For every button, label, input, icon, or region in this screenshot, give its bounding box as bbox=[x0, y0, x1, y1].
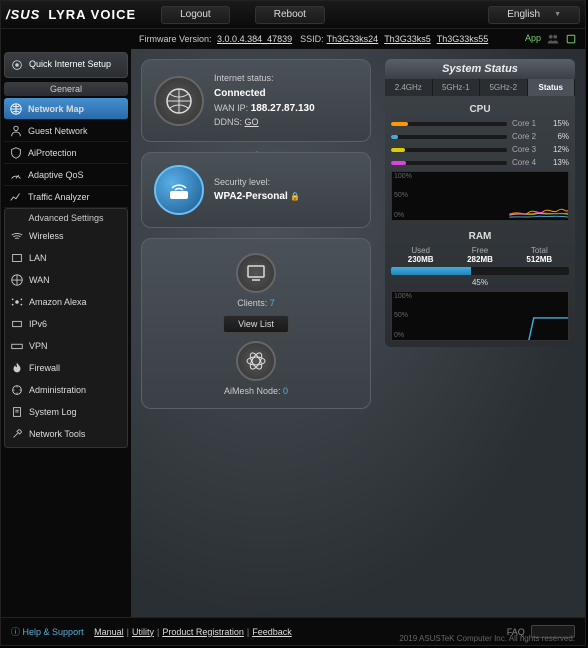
aimesh-icon[interactable] bbox=[236, 341, 276, 381]
sidebar-item-system-log[interactable]: System Log bbox=[5, 401, 127, 423]
ram-title: RAM bbox=[391, 229, 569, 246]
sidebar-item-wireless[interactable]: Wireless bbox=[5, 225, 127, 247]
quick-setup-button[interactable]: Quick Internet Setup bbox=[4, 52, 128, 78]
copyright: 2019 ASUSTeK Computer Inc. All rights re… bbox=[399, 634, 575, 643]
sidebar-item-adaptive-qos[interactable]: Adaptive QoS bbox=[4, 164, 128, 186]
tab-5ghz2[interactable]: 5GHz-2 bbox=[480, 79, 528, 96]
vpn-icon bbox=[10, 339, 24, 353]
shield-icon bbox=[9, 146, 23, 160]
users-icon[interactable] bbox=[547, 33, 559, 45]
log-icon bbox=[10, 405, 24, 419]
firmware-link[interactable]: 3.0.0.4.384_47839 bbox=[217, 34, 292, 44]
general-header: General bbox=[4, 82, 128, 96]
reboot-button[interactable]: Reboot bbox=[255, 6, 325, 24]
sidebar-item-traffic-analyzer[interactable]: Traffic Analyzer bbox=[4, 186, 128, 208]
gear-icon bbox=[10, 58, 24, 72]
system-status-title: System Status bbox=[385, 59, 575, 79]
footer-link-manual[interactable]: Manual bbox=[94, 627, 124, 637]
sidebar-item-guest-network[interactable]: Guest Network bbox=[4, 120, 128, 142]
monitor-icon[interactable] bbox=[236, 253, 276, 293]
globe-icon bbox=[154, 76, 204, 126]
product-name: LYRA VOICE bbox=[48, 7, 136, 22]
language-select[interactable]: English bbox=[488, 6, 580, 24]
sidebar: Quick Internet Setup General Network Map… bbox=[1, 49, 131, 619]
info-bar: Firmware Version: 3.0.0.4.384_47839 SSID… bbox=[1, 29, 585, 49]
tools-icon bbox=[10, 427, 24, 441]
globe-icon bbox=[10, 273, 24, 287]
fire-icon bbox=[10, 361, 24, 375]
lan-icon bbox=[10, 251, 24, 265]
view-list-button[interactable]: View List bbox=[223, 315, 289, 333]
cpu-core-row: Core 26% bbox=[391, 132, 569, 141]
wifi-icon bbox=[10, 229, 24, 243]
ipv6-icon bbox=[10, 317, 24, 331]
ssid-link[interactable]: Th3G33ks5 bbox=[384, 34, 431, 44]
admin-icon bbox=[10, 383, 24, 397]
app-link[interactable]: App bbox=[525, 33, 541, 45]
cpu-title: CPU bbox=[391, 102, 569, 119]
sidebar-item-ipv6[interactable]: IPv6 bbox=[5, 313, 127, 335]
sidebar-item-alexa[interactable]: Amazon Alexa bbox=[5, 291, 127, 313]
security-card[interactable]: Security level: WPA2-Personal 🔒 bbox=[141, 152, 371, 228]
brand-logo: /SUS bbox=[6, 7, 40, 22]
guest-icon bbox=[9, 124, 23, 138]
ssid-link[interactable]: Th3G33ks55 bbox=[437, 34, 489, 44]
internet-status-card[interactable]: Internet status: Connected WAN IP: 188.2… bbox=[141, 59, 371, 142]
cpu-core-row: Core 115% bbox=[391, 119, 569, 128]
sidebar-item-administration[interactable]: Administration bbox=[5, 379, 127, 401]
tab-status[interactable]: Status bbox=[528, 79, 576, 96]
clients-card: Clients: 7 View List AiMesh Node: 0 bbox=[141, 238, 371, 409]
tab-5ghz1[interactable]: 5GHz-1 bbox=[433, 79, 481, 96]
footer-link-registration[interactable]: Product Registration bbox=[162, 627, 244, 637]
sidebar-item-aiprotection[interactable]: AiProtection bbox=[4, 142, 128, 164]
sidebar-item-vpn[interactable]: VPN bbox=[5, 335, 127, 357]
advanced-header: Advanced Settings bbox=[5, 211, 127, 225]
sidebar-item-network-map[interactable]: Network Map bbox=[4, 98, 128, 120]
sidebar-item-wan[interactable]: WAN bbox=[5, 269, 127, 291]
cpu-core-row: Core 413% bbox=[391, 158, 569, 167]
logout-button[interactable]: Logout bbox=[161, 6, 230, 24]
gauge-icon bbox=[9, 168, 23, 182]
lock-icon: 🔒 bbox=[290, 192, 300, 201]
globe-icon bbox=[9, 102, 23, 116]
sidebar-item-lan[interactable]: LAN bbox=[5, 247, 127, 269]
footer-link-feedback[interactable]: Feedback bbox=[252, 627, 292, 637]
usb-icon[interactable] bbox=[565, 33, 577, 45]
cpu-core-row: Core 312% bbox=[391, 145, 569, 154]
sidebar-item-network-tools[interactable]: Network Tools bbox=[5, 423, 127, 445]
footer-link-utility[interactable]: Utility bbox=[132, 627, 154, 637]
cpu-graph: 100%50%0% bbox=[391, 171, 569, 221]
help-support-link[interactable]: Help & Support bbox=[23, 627, 84, 637]
chart-icon bbox=[9, 190, 23, 204]
help-icon: ⓘ bbox=[11, 625, 20, 638]
router-icon bbox=[154, 165, 204, 215]
tab-24ghz[interactable]: 2.4GHz bbox=[385, 79, 433, 96]
alexa-icon bbox=[10, 295, 24, 309]
ddns-link[interactable]: GO bbox=[245, 117, 259, 127]
ram-bar bbox=[391, 267, 569, 275]
sidebar-item-firewall[interactable]: Firewall bbox=[5, 357, 127, 379]
ram-graph: 100%50%0% bbox=[391, 291, 569, 341]
ssid-link[interactable]: Th3G33ks24 bbox=[327, 34, 379, 44]
